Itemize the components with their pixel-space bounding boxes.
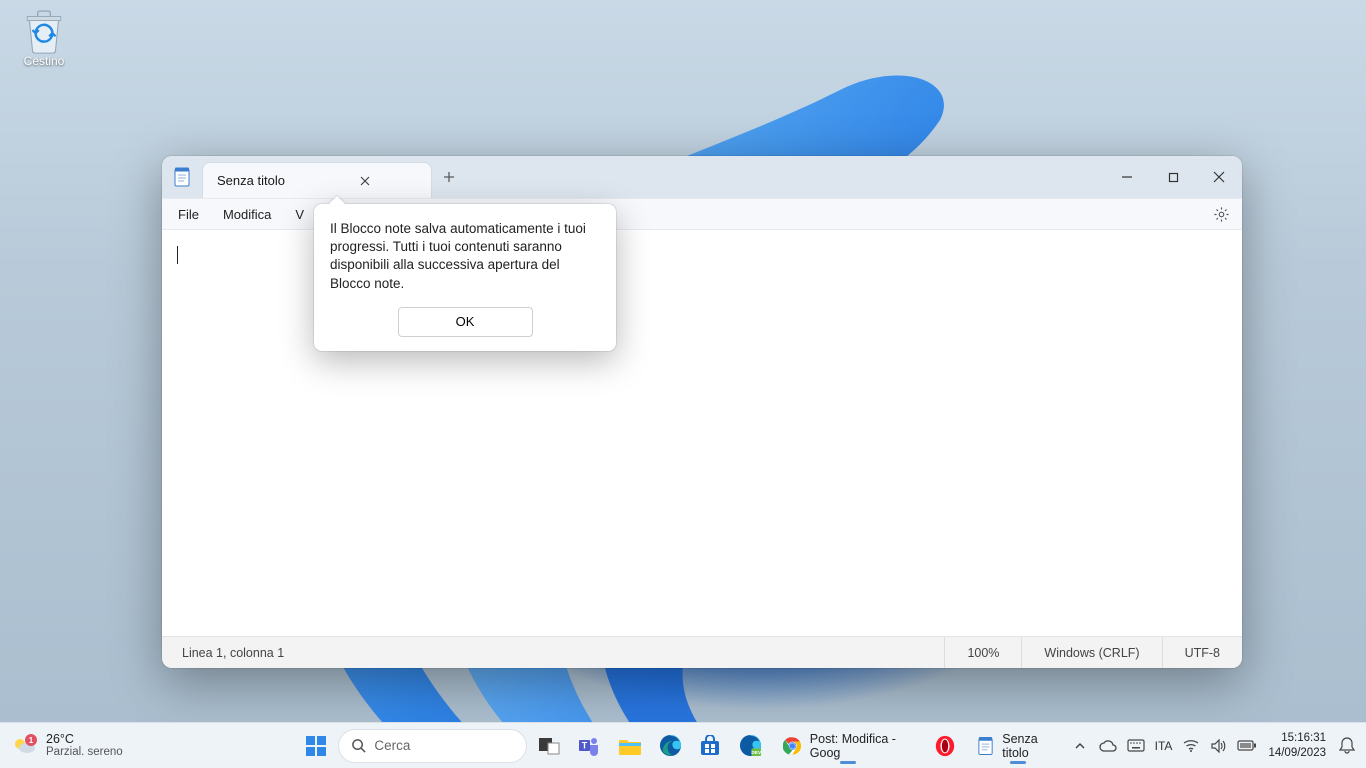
menu-view[interactable]: V — [285, 203, 314, 226]
taskbar-notepad-label: Senza titolo — [1002, 732, 1058, 760]
chrome-icon — [783, 735, 802, 757]
new-tab-button[interactable] — [432, 156, 466, 198]
tray-clock[interactable]: 15:16:31 14/09/2023 — [1262, 731, 1332, 760]
svg-text:T: T — [582, 740, 588, 750]
tray-battery-icon[interactable] — [1234, 731, 1260, 761]
notepad-icon — [977, 735, 994, 757]
menu-file[interactable]: File — [168, 203, 209, 226]
taskbar-task-view[interactable] — [531, 726, 567, 766]
tray-date: 14/09/2023 — [1268, 746, 1326, 760]
tab-untitled[interactable]: Senza titolo — [202, 162, 432, 198]
recycle-bin-icon — [23, 8, 65, 50]
tab-title: Senza titolo — [217, 173, 285, 188]
tray-overflow[interactable] — [1067, 731, 1093, 761]
maximize-button[interactable] — [1150, 156, 1196, 198]
status-encoding[interactable]: UTF-8 — [1162, 637, 1242, 668]
menu-edit[interactable]: Modifica — [213, 203, 281, 226]
taskbar-notepad[interactable]: Senza titolo — [967, 726, 1068, 766]
autosave-tooltip: Il Blocco note salva automaticamente i t… — [314, 204, 616, 351]
minimize-button[interactable] — [1104, 156, 1150, 198]
titlebar[interactable]: Senza titolo — [162, 156, 1242, 198]
taskbar-explorer[interactable] — [612, 726, 648, 766]
tray-keyboard-icon[interactable] — [1123, 731, 1149, 761]
settings-button[interactable] — [1206, 199, 1236, 229]
taskbar-search[interactable]: Cerca — [338, 729, 527, 763]
tray-volume-icon[interactable] — [1206, 731, 1232, 761]
tray-time: 15:16:31 — [1268, 731, 1326, 745]
tooltip-text: Il Blocco note salva automaticamente i t… — [330, 220, 600, 293]
statusbar: Linea 1, colonna 1 100% Windows (CRLF) U… — [162, 636, 1242, 668]
taskbar-opera[interactable] — [927, 726, 963, 766]
start-button[interactable] — [298, 727, 334, 765]
text-caret — [177, 246, 178, 264]
weather-desc: Parzial. sereno — [46, 746, 123, 758]
taskbar: 1 26°C Parzial. sereno Cerca — [0, 722, 1366, 768]
desktop-icon-recycle-bin[interactable]: Cestino — [8, 8, 80, 68]
svg-text:DEV: DEV — [752, 750, 763, 756]
taskbar-teams[interactable]: T — [571, 726, 607, 766]
tray-notifications-icon[interactable] — [1334, 731, 1360, 761]
tray-language[interactable]: ITA — [1151, 739, 1177, 753]
recycle-bin-label: Cestino — [8, 54, 80, 68]
search-placeholder: Cerca — [374, 738, 410, 753]
taskbar-chrome-label: Post: Modifica - Goog — [810, 732, 913, 760]
weather-temp: 26°C — [46, 733, 123, 747]
status-position: Linea 1, colonna 1 — [162, 646, 284, 660]
search-icon — [351, 738, 366, 753]
desktop: Cestino Senza titolo — [0, 0, 1366, 768]
weather-icon: 1 — [10, 732, 38, 760]
taskbar-edge[interactable] — [652, 726, 688, 766]
taskbar-store[interactable] — [692, 726, 728, 766]
status-line-endings[interactable]: Windows (CRLF) — [1021, 637, 1161, 668]
taskbar-chrome[interactable]: Post: Modifica - Goog — [773, 726, 923, 766]
tooltip-ok-button[interactable]: OK — [398, 307, 533, 337]
taskbar-edge-dev[interactable]: DEV — [733, 726, 769, 766]
notepad-app-icon — [162, 156, 202, 198]
tray-wifi-icon[interactable] — [1178, 731, 1204, 761]
tab-close-button[interactable] — [355, 171, 375, 191]
tray-onedrive-icon[interactable] — [1095, 731, 1121, 761]
taskbar-weather[interactable]: 1 26°C Parzial. sereno — [0, 732, 123, 760]
status-zoom[interactable]: 100% — [944, 637, 1021, 668]
close-button[interactable] — [1196, 156, 1242, 198]
svg-text:1: 1 — [29, 736, 34, 745]
